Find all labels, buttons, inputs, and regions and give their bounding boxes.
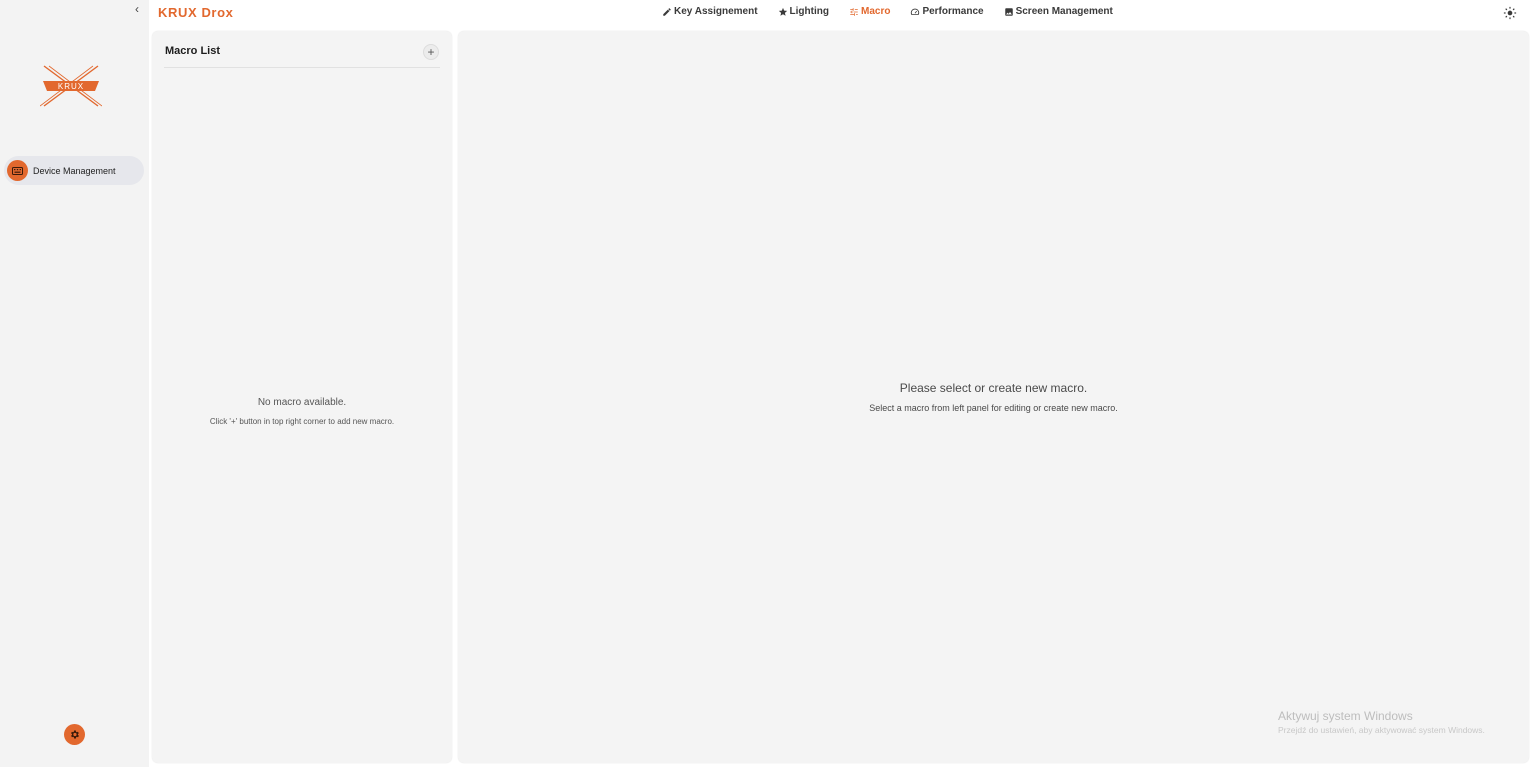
editor-empty-hint: Select a macro from left panel for editi… — [869, 403, 1118, 413]
tab-label: Screen Management — [1015, 6, 1113, 17]
tab-screen-management[interactable]: Screen Management — [1004, 6, 1113, 17]
tab-label: Macro — [860, 6, 891, 17]
empty-state-title: No macro available. — [257, 397, 347, 408]
app-title: KRUX Drox — [158, 5, 234, 20]
star-icon — [778, 7, 787, 16]
settings-button[interactable] — [64, 724, 85, 745]
macro-list-panel: Macro List + No macro available. Click '… — [152, 31, 452, 763]
sidebar-item-label: Device Management — [33, 165, 116, 176]
editor-empty-title: Please select or create new macro. — [899, 381, 1088, 395]
logo-text: KRUX — [58, 82, 84, 91]
chevron-left-icon: ‹ — [135, 2, 139, 16]
empty-state-hint: Click '+' button in top right corner to … — [209, 417, 395, 426]
macro-list-title: Macro List — [165, 45, 221, 57]
top-bar: KRUX Drox Key Assignement Lighting Macro — [149, 0, 1536, 28]
sidebar: ‹ KRUX Device Management — [0, 0, 149, 767]
macro-editor-panel: Please select or create new macro. Selec… — [458, 31, 1529, 763]
main-tabs: Key Assignement Lighting Macro Performan… — [662, 6, 1133, 17]
sun-icon[interactable] — [1503, 6, 1517, 20]
divider — [164, 67, 440, 68]
plus-icon: + — [427, 45, 435, 59]
macro-icon — [850, 7, 858, 16]
collapse-sidebar-button[interactable]: ‹ — [130, 2, 144, 16]
krux-logo: KRUX — [40, 65, 102, 107]
pencil-icon — [663, 7, 671, 16]
gear-icon — [71, 730, 79, 739]
tab-label: Lighting — [789, 6, 829, 17]
tab-label: Performance — [922, 6, 984, 17]
tab-macro[interactable]: Macro — [849, 6, 890, 17]
tab-label: Key Assignement — [674, 6, 758, 17]
tab-performance[interactable]: Performance — [910, 6, 984, 17]
windows-activation-subtitle: Przejdź do ustawień, aby aktywować syste… — [1278, 725, 1485, 735]
add-macro-button[interactable]: + — [423, 44, 439, 60]
gauge-icon — [911, 8, 920, 15]
windows-activation-title: Aktywuj system Windows — [1278, 709, 1413, 723]
tab-key-assignment[interactable]: Key Assignement — [662, 6, 758, 17]
sidebar-item-device-management[interactable]: Device Management — [4, 156, 144, 185]
keyboard-icon — [7, 160, 28, 181]
image-icon — [1004, 7, 1013, 16]
tab-lighting[interactable]: Lighting — [778, 6, 829, 17]
